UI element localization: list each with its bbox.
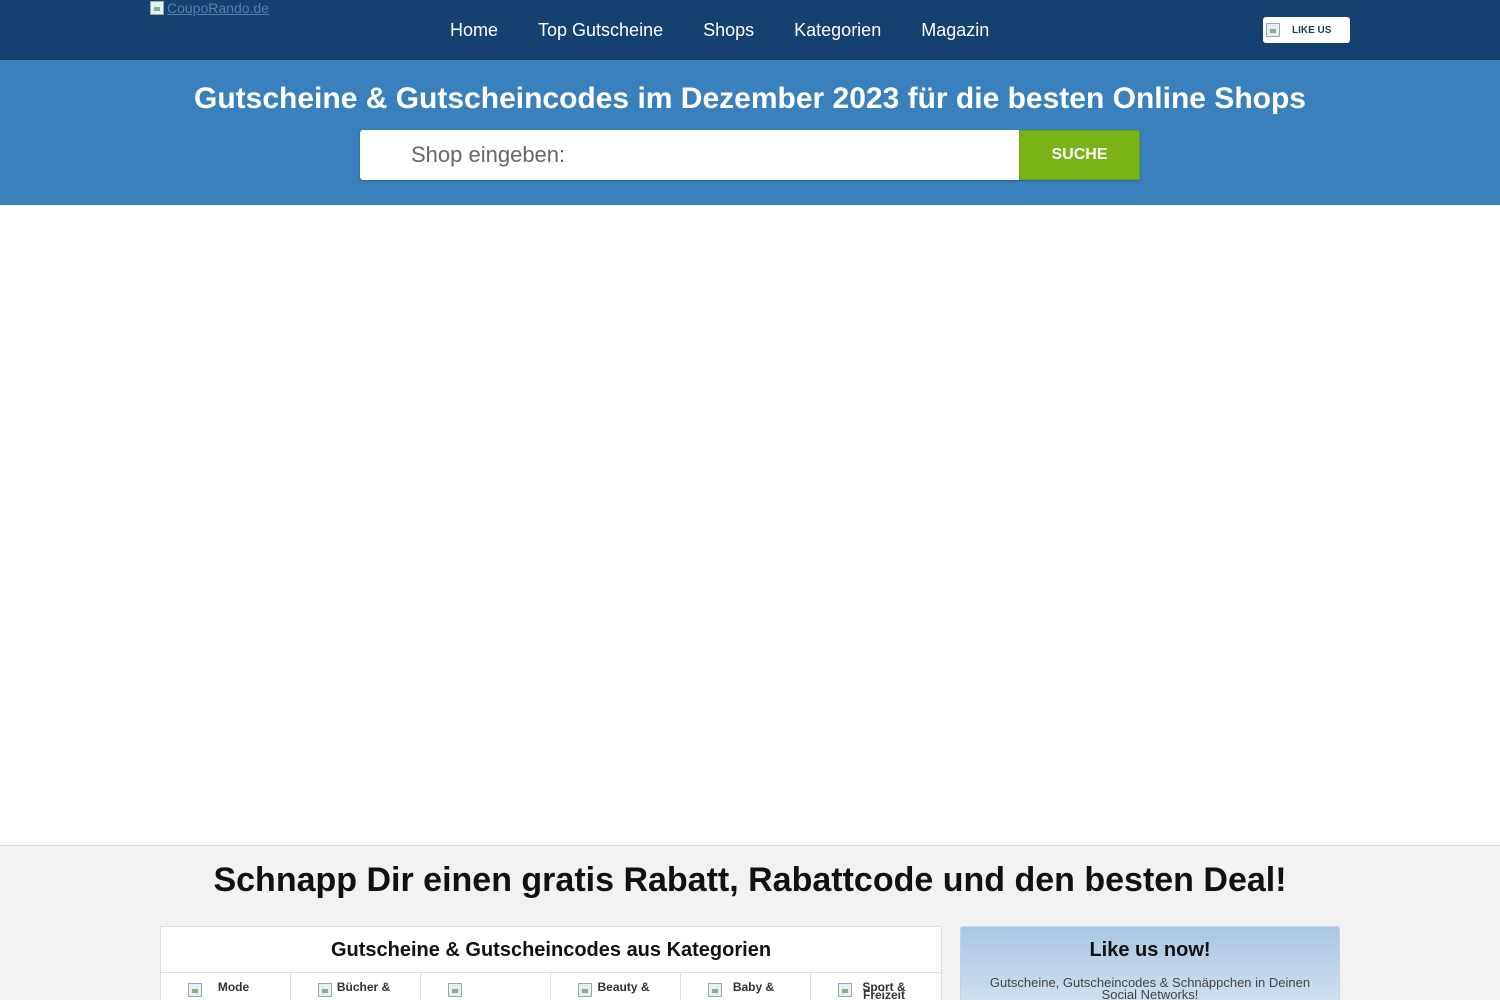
category-buecher-icon [317, 983, 332, 997]
categories-box: Gutscheine & Gutscheincodes aus Kategori… [160, 926, 942, 1000]
deals-heading: Schnapp Dir einen gratis Rabatt, Rabattc… [213, 861, 1287, 899]
category-beauty[interactable]: Beauty & [551, 973, 681, 1000]
category-label: Bücher & [336, 980, 391, 994]
category-baby-icon [707, 983, 722, 997]
category-label: Beauty & [597, 980, 650, 994]
category-unnamed[interactable] [421, 973, 551, 1000]
nav-top-gutscheine[interactable]: Top Gutscheine [538, 20, 663, 41]
nav-shops[interactable]: Shops [703, 20, 754, 41]
category-label: Baby & [732, 980, 775, 994]
category-buecher[interactable]: Bücher & [291, 973, 421, 1000]
category-label: Sport & Freizeit [862, 980, 906, 1000]
category-label: Mode [217, 980, 250, 994]
nav-magazin[interactable]: Magazin [921, 20, 989, 41]
category-mode[interactable]: Mode [161, 973, 291, 1000]
page-title: Gutscheine & Gutscheincodes im Dezember … [194, 82, 1306, 115]
shop-search-input[interactable] [360, 130, 1019, 180]
nav-home[interactable]: Home [450, 20, 498, 41]
category-beauty-icon [577, 983, 592, 997]
like-us-box: Like us now! Gutscheine, Gutscheincodes … [960, 926, 1340, 1000]
category-sport[interactable]: Sport & Freizeit [811, 973, 941, 1000]
category-sport-icon [838, 983, 852, 997]
deals-section: Schnapp Dir einen gratis Rabatt, Rabattc… [0, 845, 1500, 1000]
nav-kategorien[interactable]: Kategorien [794, 20, 881, 41]
like-us-button[interactable]: LIKE US [1263, 17, 1350, 43]
logo-alt-text: CoupoRando.de [167, 0, 269, 16]
category-label [464, 983, 524, 1000]
top-navbar: CoupoRando.de Home Top Gutscheine Shops … [0, 0, 1500, 60]
like-us-text: Gutscheine, Gutscheincodes & Schnäppchen… [989, 975, 1311, 1000]
site-logo[interactable]: CoupoRando.de [150, 0, 269, 16]
category-mode-icon [187, 983, 202, 997]
search-button[interactable]: SUCHE [1019, 130, 1140, 180]
category-unnamed-icon [447, 983, 462, 997]
logo-image-icon [150, 1, 164, 15]
main-nav: Home Top Gutscheine Shops Kategorien Mag… [450, 0, 989, 60]
categories-list: Mode Bücher & Beauty & Baby & Sport & Fr… [161, 973, 941, 1000]
category-baby[interactable]: Baby & [681, 973, 811, 1000]
hero-banner: Gutscheine & Gutscheincodes im Dezember … [0, 60, 1500, 205]
facebook-icon [1266, 23, 1280, 37]
like-us-label: LIKE US [1292, 24, 1332, 36]
like-us-title: Like us now! [1089, 939, 1211, 961]
categories-title: Gutscheine & Gutscheincodes aus Kategori… [161, 927, 941, 973]
search-bar: SUCHE [360, 130, 1140, 180]
